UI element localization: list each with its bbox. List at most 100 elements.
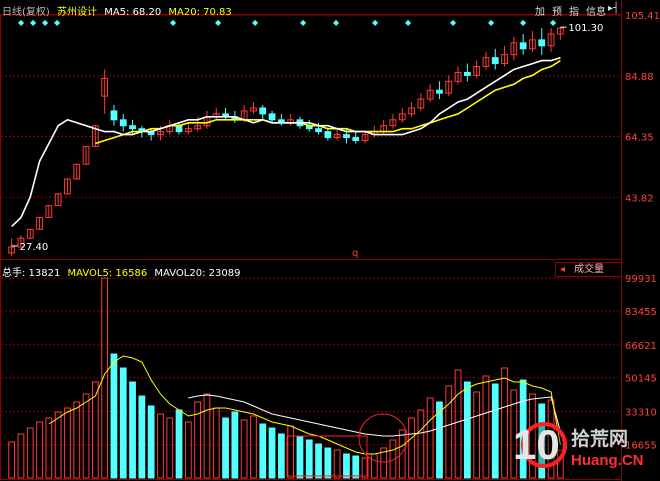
volume-bar bbox=[315, 443, 322, 479]
volume-bar bbox=[222, 417, 229, 479]
watermark-number: 10 bbox=[513, 421, 560, 468]
info-button[interactable]: 信息 bbox=[586, 3, 606, 18]
signal-diamond-icon: ◆ bbox=[333, 18, 340, 27]
volume-bar bbox=[343, 453, 350, 479]
dropdown-chevron-icon: ◂ bbox=[560, 264, 566, 275]
volume-bar bbox=[157, 413, 164, 479]
low-price-label: 27.40 bbox=[20, 242, 49, 253]
volume-bar bbox=[110, 353, 118, 479]
candle-body bbox=[110, 110, 118, 121]
volume-bar bbox=[64, 407, 71, 479]
volume-bar bbox=[333, 449, 341, 479]
volume-tick-label: 33310 bbox=[625, 407, 657, 418]
candle-body bbox=[129, 125, 136, 130]
candle-body bbox=[519, 42, 527, 50]
volume-bar bbox=[370, 453, 378, 479]
volume-bar bbox=[259, 423, 267, 479]
volume-bar bbox=[240, 419, 248, 479]
volume-tick-label: 99931 bbox=[625, 274, 657, 285]
volume-bar bbox=[296, 435, 304, 479]
volume-bar bbox=[36, 421, 43, 479]
stock-chart-window: 105.41 84.88 64.35 43.82 99931 83455 66621 5014… bbox=[0, 0, 660, 481]
mavol5-label: MAVOL5: 16586 bbox=[67, 268, 148, 279]
volume-bar bbox=[26, 427, 34, 479]
ma5-label: MA5: 68.20 bbox=[104, 7, 162, 18]
volume-bar bbox=[73, 401, 81, 479]
candle-body bbox=[491, 57, 499, 65]
signal-diamond-icon: ◆ bbox=[550, 18, 557, 27]
dropdown-label: 成交量 bbox=[574, 264, 604, 275]
volume-bar bbox=[203, 393, 211, 479]
signal-diamond-icon: ◆ bbox=[300, 18, 307, 27]
stock-name: 苏州设计 bbox=[57, 7, 97, 18]
signal-diamond-icon: ◆ bbox=[42, 18, 49, 27]
price-tick-label: 64.35 bbox=[625, 133, 654, 144]
price-tick-label: 84.88 bbox=[625, 72, 654, 83]
volume-bar bbox=[119, 367, 127, 479]
volume-bar bbox=[17, 433, 25, 479]
chart-canvas[interactable]: 105.41 84.88 64.35 43.82 99931 83455 66621 5014… bbox=[0, 0, 660, 481]
high-price-label: 101.30 bbox=[568, 23, 603, 34]
volume-bar bbox=[473, 391, 481, 479]
add-button[interactable]: 加 bbox=[535, 3, 545, 18]
volume-bar bbox=[45, 417, 53, 479]
signal-diamond-icon: ◆ bbox=[30, 18, 37, 27]
volume-bar bbox=[482, 375, 490, 479]
ma5-line bbox=[11, 56, 561, 227]
indicator-dropdown[interactable]: ◂ 成交量 bbox=[555, 262, 622, 277]
candle-body bbox=[352, 137, 360, 142]
marker-label: q bbox=[352, 248, 358, 259]
volume-bar bbox=[445, 385, 453, 479]
signal-diamond-icon: ◆ bbox=[54, 18, 61, 27]
candle-body bbox=[343, 134, 350, 139]
alert-button[interactable]: 预 bbox=[552, 3, 562, 18]
indicator-button[interactable]: 指 bbox=[569, 3, 579, 18]
volume-bar bbox=[426, 397, 434, 479]
volume-bar bbox=[250, 415, 257, 479]
mavol20-label: MAVOL20: 23089 bbox=[154, 268, 241, 279]
signal-diamond-icon: ◆ bbox=[215, 18, 222, 27]
signal-diamond-icon: ◆ bbox=[170, 18, 177, 27]
volume-bar bbox=[501, 367, 508, 479]
volume-bar bbox=[268, 427, 276, 479]
volume-bar bbox=[277, 433, 285, 479]
volume-bar bbox=[166, 417, 174, 479]
watermark-domain: Huang.CN bbox=[571, 452, 644, 469]
volume-bar bbox=[231, 411, 239, 479]
candle-body bbox=[268, 113, 276, 121]
ma20-label: MA20: 70.83 bbox=[168, 7, 232, 18]
candle-body bbox=[315, 128, 322, 133]
volume-bar bbox=[147, 405, 155, 479]
volume-tick-label: 66621 bbox=[625, 341, 657, 352]
signal-diamond-icon: ◆ bbox=[18, 18, 25, 27]
window-arrow-icon[interactable]: ▸┤ bbox=[608, 3, 619, 14]
volume-bar bbox=[324, 447, 332, 479]
candle-body bbox=[175, 125, 183, 133]
signal-diamond-icon: ◆ bbox=[520, 18, 527, 27]
volume-bar bbox=[491, 383, 499, 479]
candle-body bbox=[324, 131, 332, 139]
candle-body bbox=[259, 107, 267, 115]
volume-bar bbox=[417, 409, 425, 479]
volume-bar bbox=[212, 407, 220, 479]
signal-diamond-icon: ◆ bbox=[372, 18, 379, 27]
candle-body bbox=[436, 89, 443, 94]
volume-bar bbox=[463, 381, 471, 479]
signal-diamond-icon: ◆ bbox=[252, 18, 259, 27]
watermark: 10 拾荒网 Huang.CN bbox=[513, 420, 653, 478]
price-tick-label: 43.82 bbox=[625, 193, 654, 204]
price-tick-label: 105.41 bbox=[625, 11, 660, 22]
volume-bar bbox=[184, 421, 192, 479]
price-header: 日线(复权) 苏州设计 MA5: 68.20 MA20: 70.83 bbox=[2, 3, 232, 18]
candle-body bbox=[463, 71, 471, 76]
volume-bar bbox=[175, 409, 183, 479]
watermark-title: 拾荒网 bbox=[571, 428, 629, 450]
volume-tick-label: 50145 bbox=[625, 374, 657, 385]
volume-bar bbox=[8, 441, 16, 479]
volume-bar bbox=[82, 393, 90, 479]
signal-diamond-icon: ◆ bbox=[405, 18, 412, 27]
volume-bar bbox=[129, 381, 136, 479]
period-label[interactable]: 日线(复权) bbox=[2, 7, 50, 18]
signal-diamond-icon: ◆ bbox=[488, 18, 495, 27]
volume-bar bbox=[454, 369, 462, 479]
